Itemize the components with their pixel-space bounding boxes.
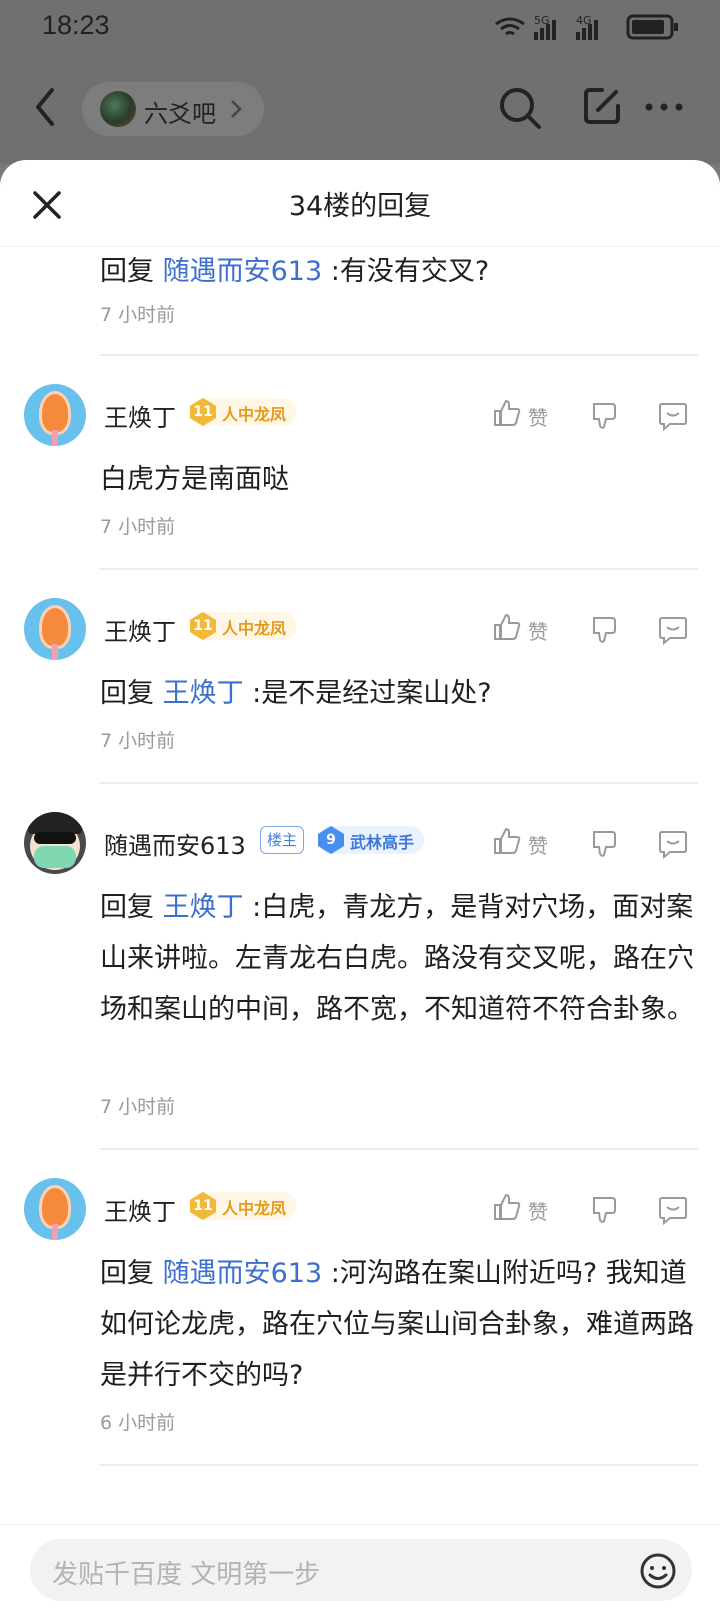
reply-icon[interactable] — [656, 826, 690, 860]
forum-avatar — [100, 91, 136, 127]
search-icon[interactable] — [496, 84, 544, 132]
comment-input[interactable]: 发贴千百度 文明第一步 — [30, 1539, 692, 1601]
divider — [100, 568, 698, 570]
comment-time: 7 小时前 — [100, 1096, 176, 1118]
thumb-down-icon[interactable] — [586, 398, 620, 432]
thumb-up-icon — [494, 613, 521, 640]
like-button[interactable]: 赞 — [492, 826, 562, 860]
mention-link[interactable]: 随遇而安613 — [163, 256, 323, 287]
top-bar: 六爻吧 — [0, 56, 720, 164]
avatar[interactable] — [24, 598, 86, 660]
thumb-up-icon — [494, 1193, 521, 1220]
sheet-title: 34楼的回复 — [288, 191, 432, 222]
edit-icon[interactable] — [580, 84, 624, 128]
comment-time: 7 小时前 — [100, 516, 176, 538]
thumb-down-icon[interactable] — [586, 1192, 620, 1226]
battery-icon — [626, 14, 678, 40]
username[interactable]: 王焕丁 — [104, 1192, 176, 1227]
forum-name: 六爻吧 — [144, 100, 216, 128]
comment-text: 回复 王焕丁 :白虎，青龙方，是背对穴场，面对案山来讲啦。左青龙右白虎。路没有交… — [100, 892, 694, 1025]
avatar[interactable] — [24, 1178, 86, 1240]
chevron-right-icon — [231, 100, 242, 118]
back-icon[interactable] — [28, 82, 64, 132]
level-badge: 11 人中龙凤 — [190, 398, 296, 426]
bottom-bar: 发贴千百度 文明第一步 — [0, 1524, 720, 1612]
avatar[interactable] — [24, 812, 86, 874]
level-badge: 11 人中龙凤 — [190, 612, 296, 640]
mention-link[interactable]: 随遇而安613 — [163, 1258, 323, 1289]
replies-sheet: 34楼的回复 回复 随遇而安613 :有没有交叉? 7 小时前 王焕丁 11 人中… — [0, 160, 720, 1612]
comment-time: 7 小时前 — [100, 304, 176, 326]
owner-badge: 楼主 — [260, 826, 305, 854]
status-time: 18:23 — [42, 10, 110, 40]
comment-input-placeholder: 发贴千百度 文明第一步 — [52, 1560, 321, 1590]
username[interactable]: 随遇而安613 — [104, 826, 246, 861]
reply-icon[interactable] — [656, 612, 690, 646]
status-bar: 18:23 5G 4G — [0, 0, 720, 56]
comment-text: 白虎方是南面哒 — [100, 464, 289, 495]
wifi-icon — [495, 17, 525, 36]
divider — [100, 1148, 698, 1150]
comment-time: 7 小时前 — [100, 730, 176, 752]
like-button[interactable]: 赞 — [492, 1192, 562, 1226]
avatar[interactable] — [24, 384, 86, 446]
divider — [100, 354, 698, 356]
forum-pill[interactable]: 六爻吧 — [82, 82, 264, 136]
divider — [100, 1464, 698, 1466]
thumb-up-icon — [494, 827, 521, 854]
username[interactable]: 王焕丁 — [104, 398, 176, 433]
username[interactable]: 王焕丁 — [104, 612, 176, 647]
sheet-header: 34楼的回复 — [0, 160, 720, 247]
like-button[interactable]: 赞 — [492, 398, 562, 432]
divider — [100, 782, 698, 784]
comment-text: 回复 随遇而安613 :河沟路在案山附近吗? 我知道如何论龙虎，路在穴位与案山间… — [100, 1258, 694, 1391]
level-badge: 9 武林高手 — [318, 826, 424, 854]
reply-icon[interactable] — [656, 1192, 690, 1226]
thumb-up-icon — [494, 399, 521, 426]
comment-time: 6 小时前 — [100, 1412, 176, 1434]
thumb-down-icon[interactable] — [586, 612, 620, 646]
comment-text: 回复 随遇而安613 :有没有交叉? — [100, 256, 490, 287]
mention-link[interactable]: 王焕丁 — [163, 678, 244, 709]
status-icons: 5G 4G — [495, 14, 678, 40]
thumb-down-icon[interactable] — [586, 826, 620, 860]
comment-text: 回复 王焕丁 :是不是经过案山处? — [100, 678, 492, 709]
mention-link[interactable]: 王焕丁 — [163, 892, 244, 923]
more-icon[interactable] — [644, 102, 684, 112]
like-button[interactable]: 赞 — [492, 612, 562, 646]
reply-icon[interactable] — [656, 398, 690, 432]
level-badge: 11 人中龙凤 — [190, 1192, 296, 1220]
emoji-icon[interactable] — [638, 1551, 678, 1591]
